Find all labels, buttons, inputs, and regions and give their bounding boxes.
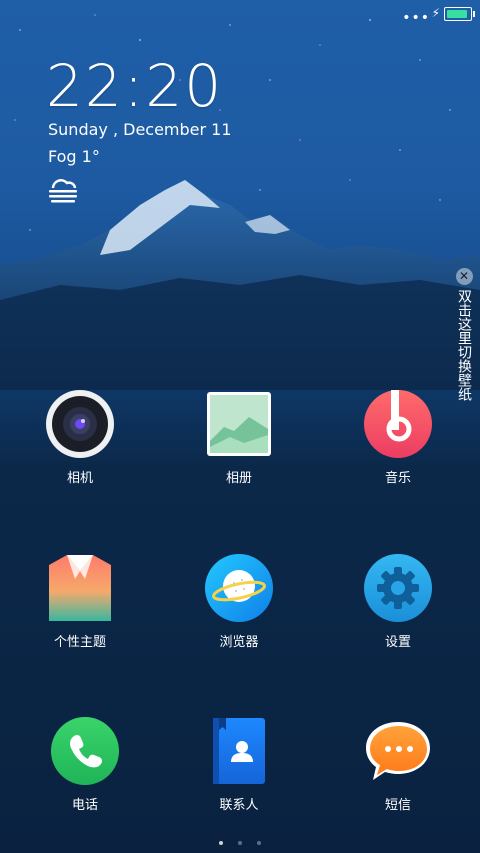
- page-dot[interactable]: [238, 841, 242, 845]
- gallery-icon: [204, 389, 274, 459]
- themes-icon: [45, 553, 115, 623]
- music-icon: [363, 389, 433, 459]
- app-camera[interactable]: 相机: [25, 389, 135, 486]
- app-gallery[interactable]: 相册: [184, 389, 294, 486]
- contacts-icon: [204, 716, 274, 786]
- weather-text[interactable]: Fog 1°: [48, 147, 100, 166]
- battery-tip: [473, 11, 475, 17]
- app-label: 相册: [225, 471, 252, 486]
- app-messages[interactable]: 短信: [343, 716, 453, 813]
- page-dot[interactable]: [257, 841, 262, 845]
- phone-icon: [50, 716, 120, 786]
- app-label: 音乐: [384, 471, 411, 486]
- app-label: 相机: [66, 471, 93, 486]
- app-label: 联系人: [219, 798, 259, 813]
- app-contacts[interactable]: 联系人: [184, 716, 294, 813]
- clock-time[interactable]: 22:20: [46, 52, 223, 120]
- app-phone[interactable]: 电话: [30, 716, 140, 813]
- app-browser[interactable]: 浏览器: [184, 553, 294, 650]
- app-label: 短信: [384, 798, 411, 813]
- close-icon[interactable]: ✕: [455, 268, 473, 285]
- settings-icon: [363, 553, 433, 623]
- app-music[interactable]: 音乐: [343, 389, 453, 486]
- app-label: 个性主题: [53, 635, 106, 650]
- page-dot[interactable]: [218, 841, 223, 845]
- app-settings[interactable]: 设置: [343, 553, 453, 650]
- app-themes[interactable]: 个性主题: [25, 553, 135, 650]
- page-indicator[interactable]: [0, 830, 480, 849]
- wallpaper-hint-text: 双击这里切换壁纸: [456, 289, 472, 401]
- status-bar: ••• ⚡: [0, 0, 480, 28]
- clock-date: Sunday , December 11: [48, 120, 232, 139]
- app-label: 设置: [384, 635, 411, 650]
- messages-icon: [363, 716, 433, 786]
- camera-icon: [45, 389, 115, 459]
- status-overflow-icon: •••: [402, 10, 430, 26]
- app-label: 浏览器: [219, 635, 259, 650]
- wallpaper-switch-hint[interactable]: ✕ 双击这里切换壁纸: [454, 268, 474, 401]
- battery-icon: [444, 7, 472, 21]
- app-label: 电话: [71, 798, 98, 813]
- browser-icon: [204, 553, 274, 623]
- fog-weather-icon: [49, 179, 77, 203]
- bolt-icon: ⚡: [431, 6, 440, 20]
